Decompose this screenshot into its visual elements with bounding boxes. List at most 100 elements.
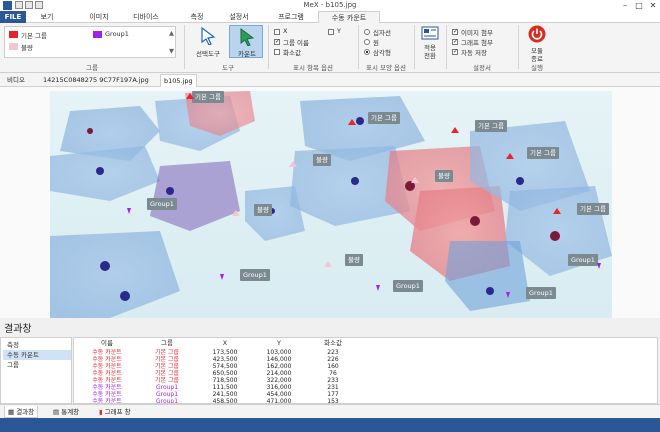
tab-video[interactable]: 비디오 — [4, 74, 28, 87]
shape-triangle-radio[interactable] — [364, 49, 370, 55]
table-cell[interactable]: 173,500 — [200, 349, 250, 356]
group-color-swatch — [9, 31, 18, 38]
group-item-label[interactable]: 기본 그룹 — [21, 30, 47, 40]
run-caption: 실행 — [531, 64, 543, 72]
shape-triangle-label: 삼각형 — [373, 49, 391, 57]
attach-image-checkbox[interactable] — [452, 28, 458, 35]
tool-caption: 도구 — [222, 64, 234, 72]
group-item-label[interactable]: 불량 — [21, 42, 33, 52]
table-cell[interactable]: 수동 카운트 — [78, 384, 136, 391]
table-cell[interactable]: 수동 카운트 — [78, 370, 136, 377]
status-bar — [0, 418, 660, 432]
column-header[interactable]: 그룹 — [138, 339, 196, 348]
document-tabs: 비디오 14215C0848275 9C77F197A.jpg b105.jpg — [0, 73, 660, 87]
attach-graph-checkbox[interactable] — [452, 38, 458, 45]
menu-program[interactable]: 프로그램 — [268, 11, 314, 23]
table-cell[interactable]: 241,500 — [200, 391, 250, 398]
menu-view[interactable]: 보기 — [32, 11, 62, 23]
table-cell[interactable]: 수동 카운트 — [78, 391, 136, 398]
table-cell[interactable]: 233 — [308, 377, 358, 384]
table-cell[interactable]: 423,500 — [200, 356, 250, 363]
apply-sub-label: 전환 — [424, 52, 436, 60]
nav-group[interactable]: 그룹 — [3, 360, 71, 370]
select-tool-button[interactable]: 선택도구 — [192, 27, 224, 58]
column-header[interactable]: Y — [254, 339, 304, 348]
table-cell[interactable]: 454,000 — [254, 391, 304, 398]
tab-b105[interactable]: b105.jpg — [160, 74, 197, 87]
group-list[interactable]: 기본 그룹 Group1 불량 ▲ ▼ — [4, 26, 176, 58]
column-header[interactable]: X — [200, 339, 250, 348]
report-caption: 설정서 — [473, 64, 491, 72]
select-tool-label: 선택도구 — [196, 50, 220, 58]
minimize-icon[interactable]: – — [618, 0, 632, 11]
close-icon[interactable]: ✕ — [646, 0, 660, 11]
show-y-label: Y — [337, 27, 341, 35]
microscope-image[interactable]: 기본 그룹 기본 그룹 기본 그룹 기본 그룹 기본 그룹 불량 불량 불량 불… — [50, 91, 612, 318]
file-menu-button[interactable]: FILE — [0, 11, 26, 23]
table-cell[interactable]: 수동 카운트 — [78, 363, 136, 370]
scroll-up-icon[interactable]: ▲ — [169, 29, 174, 37]
table-cell[interactable]: 162,000 — [254, 363, 304, 370]
nav-measure[interactable]: 측정 — [3, 340, 71, 350]
table-cell[interactable]: 160 — [308, 363, 358, 370]
table-cell[interactable]: 316,000 — [254, 384, 304, 391]
shape-circle-radio[interactable] — [364, 39, 370, 45]
ribbon-separator — [414, 25, 415, 69]
column-header[interactable]: 화소값 — [308, 339, 358, 348]
menu-device[interactable]: 디바이스 — [126, 11, 166, 23]
table-cell[interactable]: 기본 그룹 — [138, 377, 196, 384]
stats-tab-icon: ▤ — [53, 408, 62, 416]
show-y-checkbox[interactable] — [328, 29, 334, 35]
count-markers — [127, 93, 601, 298]
count-cursor-icon — [240, 28, 255, 46]
results-tab-icon: ▦ — [8, 408, 17, 416]
table-cell[interactable]: 76 — [308, 370, 358, 377]
table-cell[interactable]: 574,500 — [200, 363, 250, 370]
table-cell[interactable]: 기본 그룹 — [138, 356, 196, 363]
table-cell[interactable]: 650,500 — [200, 370, 250, 377]
shape-cross-label: 십자선 — [373, 29, 391, 37]
table-cell[interactable]: 226 — [308, 356, 358, 363]
apply-button[interactable]: 적용 전환 — [418, 26, 442, 60]
show-group-name-checkbox[interactable] — [274, 38, 280, 45]
table-cell[interactable]: 718,500 — [200, 377, 250, 384]
table-cell[interactable]: 177 — [308, 391, 358, 398]
tab-graph[interactable]: ▮ 그래프 창 — [96, 406, 134, 418]
scroll-down-icon[interactable]: ▼ — [169, 47, 174, 55]
tab-results[interactable]: ▦ 결과창 — [4, 406, 39, 418]
table-cell[interactable]: 103,000 — [254, 349, 304, 356]
show-area-label: 화소값 — [283, 49, 301, 57]
menu-image[interactable]: 이미지 — [82, 11, 116, 23]
table-cell[interactable]: 기본 그룹 — [138, 370, 196, 377]
table-cell[interactable]: 수동 카운트 — [78, 356, 136, 363]
table-cell[interactable]: 223 — [308, 349, 358, 356]
tab-image-1[interactable]: 14215C0848275 9C77F197A.jpg — [40, 74, 152, 87]
column-header[interactable]: 이름 — [78, 339, 136, 348]
menu-measure[interactable]: 측정 — [182, 11, 212, 23]
exit-module-button[interactable]: 모듈 종료 — [522, 25, 552, 63]
show-x-checkbox[interactable] — [274, 29, 280, 35]
shape-cross-radio[interactable] — [364, 29, 370, 35]
table-cell[interactable]: 111,500 — [200, 384, 250, 391]
ribbon-separator — [268, 25, 269, 69]
table-cell[interactable]: 기본 그룹 — [138, 349, 196, 356]
ribbon-separator — [184, 25, 185, 69]
table-cell[interactable]: 322,000 — [254, 377, 304, 384]
maximize-icon[interactable]: □ — [632, 0, 646, 11]
tab-statistics[interactable]: ▤ 통계창 — [50, 406, 82, 418]
table-cell[interactable]: Group1 — [138, 391, 196, 398]
table-cell[interactable]: 기본 그룹 — [138, 363, 196, 370]
results-nav: 측정 수동 카운트 그룹 — [0, 337, 72, 404]
table-cell[interactable]: 231 — [308, 384, 358, 391]
table-cell[interactable]: 214,000 — [254, 370, 304, 377]
nav-manual-count[interactable]: 수동 카운트 — [3, 350, 71, 360]
autosave-checkbox[interactable] — [452, 48, 458, 55]
table-cell[interactable]: 수동 카운트 — [78, 349, 136, 356]
table-cell[interactable]: 146,000 — [254, 356, 304, 363]
table-cell[interactable]: 수동 카운트 — [78, 377, 136, 384]
menu-report[interactable]: 설정서 — [222, 11, 256, 23]
count-tool-button[interactable]: 카운트 — [229, 25, 263, 58]
show-area-checkbox[interactable] — [274, 49, 280, 55]
group-item-label[interactable]: Group1 — [105, 30, 129, 38]
table-cell[interactable]: Group1 — [138, 384, 196, 391]
